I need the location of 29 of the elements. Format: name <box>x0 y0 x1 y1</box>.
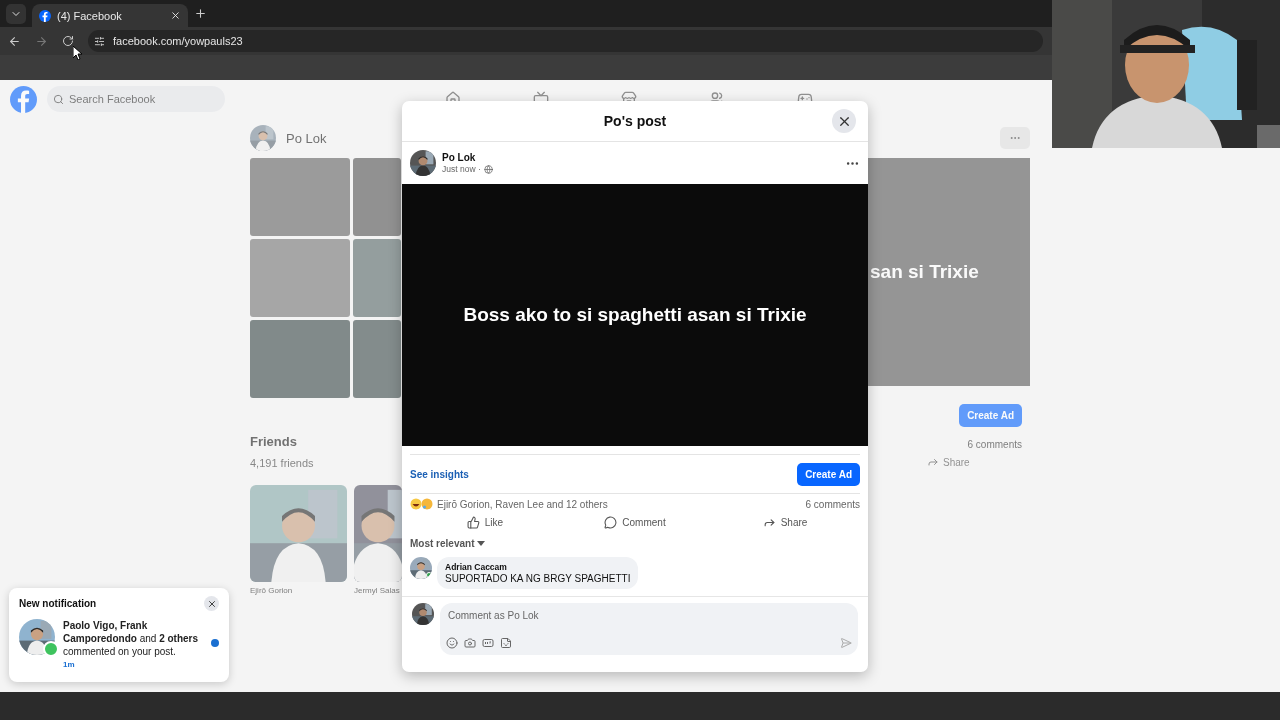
comments-count[interactable]: 6 comments <box>805 498 860 510</box>
action-button[interactable]: Share <box>710 512 860 532</box>
reactions-summary[interactable]: Ejirō Gorion, Raven Lee and 12 others <box>437 498 608 510</box>
comment-text: SUPORTADO KA NG BRGY SPAGHETTI <box>445 573 631 584</box>
action-button[interactable]: Comment <box>560 512 710 532</box>
search-placeholder: Search Facebook <box>69 93 156 105</box>
sort-dropdown[interactable]: Most relevant <box>410 538 486 549</box>
action-button[interactable]: Like <box>410 512 560 532</box>
dialog-title: Po's post <box>603 113 667 129</box>
address-bar[interactable]: facebook.com/yowpauls23 <box>88 30 1043 52</box>
search-field[interactable]: Search Facebook <box>47 86 225 112</box>
browser-tab[interactable]: (4) Facebook <box>32 4 188 27</box>
notification-time: 1m <box>63 660 76 669</box>
profile-name: Po Lok <box>286 130 327 146</box>
create-ad-button[interactable]: Create Ad <box>797 462 860 486</box>
comment-author[interactable]: Adrian Caccam <box>445 562 631 572</box>
author-name[interactable]: Po Lok <box>442 152 839 163</box>
see-insights-link[interactable]: See insights <box>410 468 469 480</box>
friend-name[interactable]: Jermyl Salas <box>354 586 400 595</box>
comment-input[interactable]: Comment as Po Lok <box>446 609 852 622</box>
friends-count: 4,191 friends <box>250 457 314 469</box>
post-time[interactable]: Just now · <box>442 164 481 174</box>
friend-name[interactable]: Ejirō Gorion <box>250 586 293 595</box>
text-post: Boss ako to si spaghetti asan si Trixie <box>402 184 868 446</box>
notification-text: Paolo Vigo, Frank Camporedondo and 2 others commented on your post. <box>63 619 200 658</box>
notification-card[interactable]: New notification Paolo Vigo, Frank Camporedondo and 2 others commented on your post. 1m <box>9 588 229 682</box>
notification-heading: New notification <box>19 598 97 609</box>
friends-title: Friends <box>250 434 298 449</box>
comments-count: 6 comments <box>967 439 1022 450</box>
